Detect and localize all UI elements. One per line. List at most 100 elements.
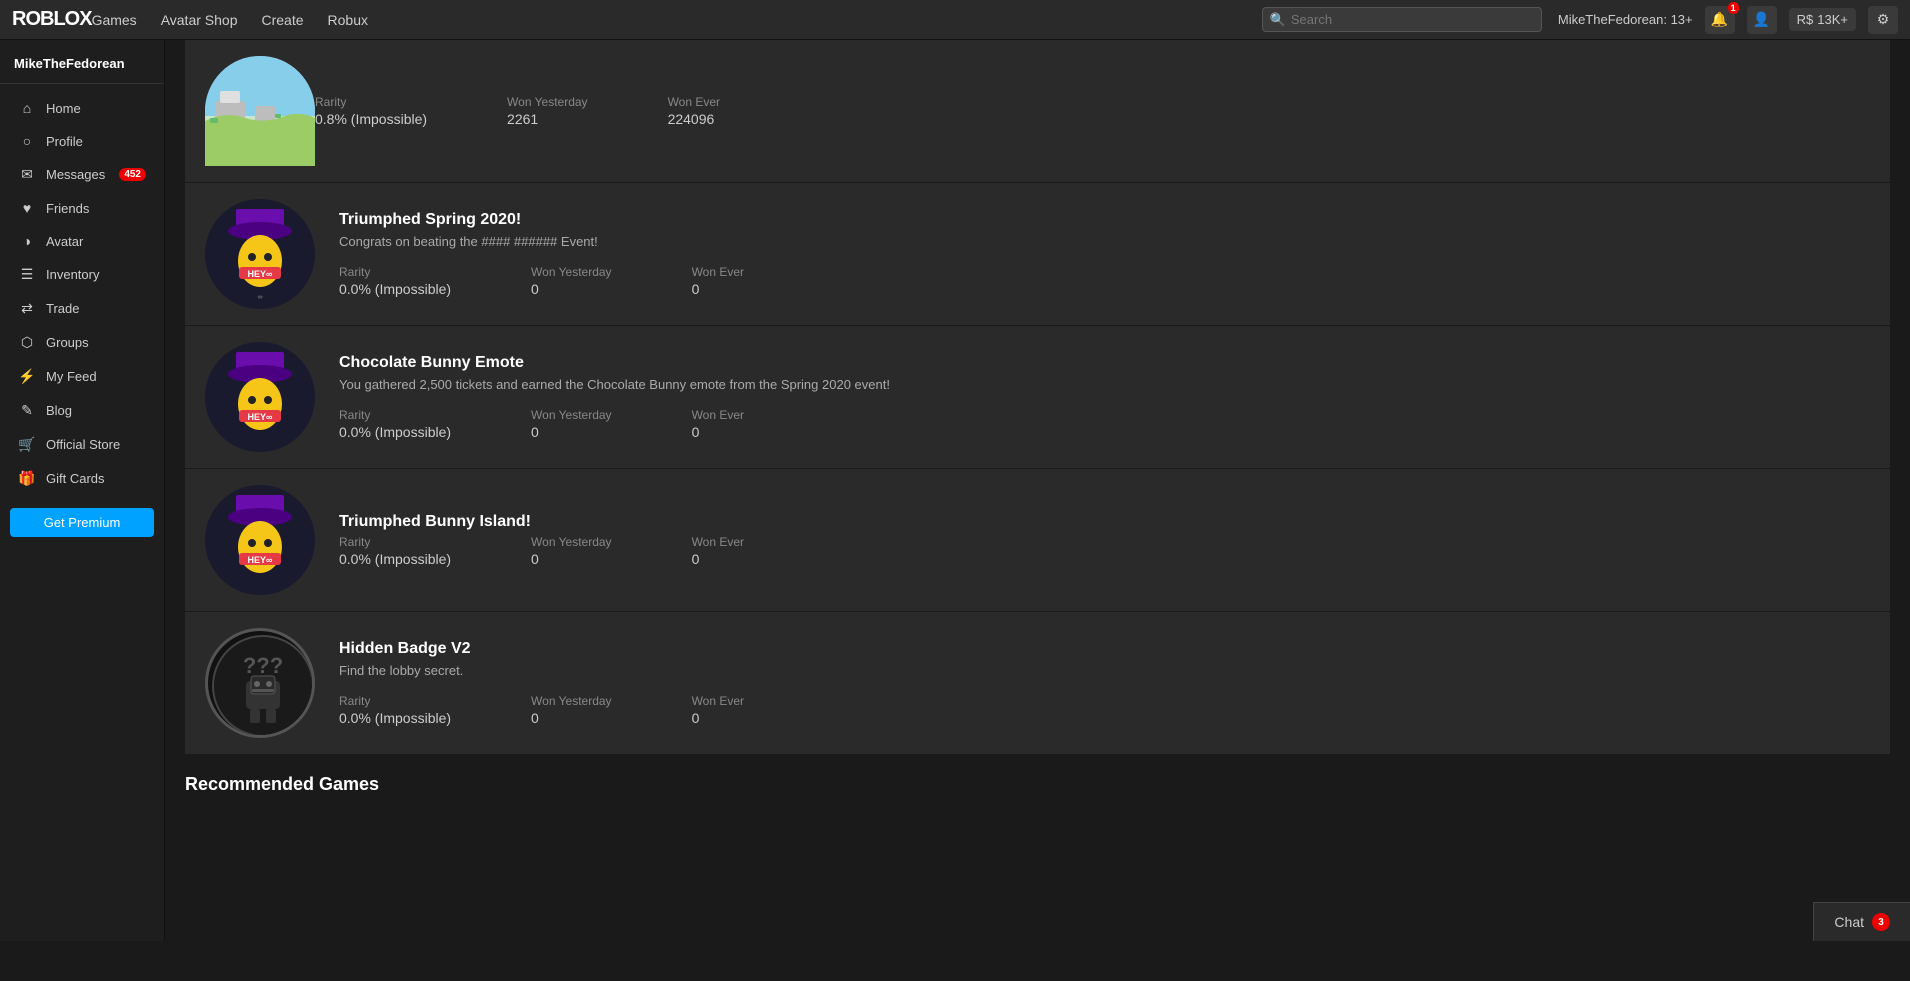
- badge-title: Triumphed Spring 2020!: [339, 211, 1870, 229]
- notification-badge: 1: [1728, 2, 1739, 14]
- badge-stat-rarity: Rarity 0.0% (Impossible): [339, 694, 451, 726]
- badge-info: Chocolate Bunny Emote You gathered 2,500…: [339, 354, 1870, 440]
- messages-badge: 452: [119, 168, 146, 181]
- badge-info: Hidden Badge V2 Find the lobby secret. R…: [339, 640, 1870, 726]
- badge-stat-won-yesterday: Won Yesterday 0: [531, 535, 612, 567]
- won-yesterday-value: 0: [531, 424, 539, 440]
- sidebar-item-avatar[interactable]: ◑ Avatar: [4, 225, 160, 257]
- robux-amount: 13K+: [1817, 12, 1848, 27]
- topnav-username: MikeTheFedorean: 13+: [1558, 12, 1693, 27]
- badge-stat-won-yesterday: Won Yesterday 0: [531, 265, 612, 297]
- badge-stat-won-yesterday: Won Yesterday 0: [531, 408, 612, 440]
- sidebar-item-label-blog: Blog: [46, 403, 72, 418]
- myfeed-icon: ⚡: [18, 368, 36, 385]
- topnav-create[interactable]: Create: [261, 12, 303, 28]
- sidebar-item-officialstore[interactable]: 🛒 Official Store: [4, 428, 160, 461]
- search-wrapper: 🔍: [1262, 7, 1542, 32]
- badge-stats: Rarity 0.0% (Impossible) Won Yesterday 0…: [339, 408, 1870, 440]
- won-ever-label: Won Ever: [692, 694, 744, 708]
- sidebar-item-profile[interactable]: ○ Profile: [4, 125, 160, 157]
- blog-icon: ✎: [18, 402, 36, 419]
- inventory-icon: ☰: [18, 266, 36, 283]
- badge-info: Rarity 0.8% (Impossible) Won Yesterday 2…: [315, 95, 1870, 127]
- rarity-label: Rarity: [339, 265, 370, 279]
- badge-stat-won-yesterday: Won Yesterday 2261: [507, 95, 588, 127]
- settings-icon-button[interactable]: 👤: [1747, 6, 1777, 34]
- won-yesterday-label: Won Yesterday: [531, 535, 612, 549]
- sidebar-item-friends[interactable]: ♥ Friends: [4, 192, 160, 224]
- rarity-label: Rarity: [339, 408, 370, 422]
- recommended-games-title: Recommended Games: [165, 754, 1890, 807]
- search-input[interactable]: [1262, 7, 1542, 32]
- badge-image-hey2: HEY∞: [205, 342, 315, 452]
- rarity-value: 0.0% (Impossible): [339, 551, 451, 567]
- people-icon: 👤: [1753, 11, 1770, 28]
- rarity-label: Rarity: [315, 95, 346, 109]
- won-yesterday-value: 0: [531, 551, 539, 567]
- sidebar-item-trade[interactable]: ⇄ Trade: [4, 292, 160, 325]
- badge-stats: Rarity 0.0% (Impossible) Won Yesterday 0…: [339, 694, 1870, 726]
- badge-stat-won-ever: Won Ever 0: [692, 694, 744, 726]
- badge-stat-won-ever: Won Ever 0: [692, 535, 744, 567]
- sidebar-item-label-inventory: Inventory: [46, 267, 99, 282]
- badge-stat-rarity: Rarity 0.0% (Impossible): [339, 408, 451, 440]
- badge-image-map: [205, 56, 315, 166]
- badge-image-hey3: HEY∞: [205, 485, 315, 595]
- sidebar-item-label-avatar: Avatar: [46, 234, 83, 249]
- trade-icon: ⇄: [18, 300, 36, 317]
- profile-icon: ○: [18, 133, 36, 149]
- home-icon: ⌂: [18, 100, 36, 116]
- roblox-logo[interactable]: ROBLOX: [12, 8, 92, 31]
- sidebar-item-groups[interactable]: ⬡ Groups: [4, 326, 160, 359]
- sidebar-item-messages[interactable]: ✉ Messages 452: [4, 158, 160, 191]
- avatar-icon: ◑: [18, 233, 36, 249]
- badge-info: Triumphed Spring 2020! Congrats on beati…: [339, 211, 1870, 297]
- svg-text:HEY∞: HEY∞: [248, 412, 274, 422]
- friends-icon: ♥: [18, 200, 36, 216]
- get-premium-button[interactable]: Get Premium: [10, 508, 154, 537]
- won-yesterday-label: Won Yesterday: [531, 694, 612, 708]
- badge-row: HEY∞ ∞ Triumphed Spring 2020! Congrats o…: [185, 183, 1890, 326]
- sidebar-item-label-groups: Groups: [46, 335, 89, 350]
- sidebar-username: MikeTheFedorean: [0, 52, 164, 84]
- rarity-value: 0.8% (Impossible): [315, 111, 427, 127]
- sidebar-item-inventory[interactable]: ☰ Inventory: [4, 258, 160, 291]
- chat-notification-badge: 3: [1872, 913, 1890, 931]
- topnav-avatar-shop[interactable]: Avatar Shop: [161, 12, 238, 28]
- sidebar-item-giftcards[interactable]: 🎁 Gift Cards: [4, 462, 160, 495]
- gear-button[interactable]: ⚙: [1868, 6, 1898, 34]
- robux-button[interactable]: R$ 13K+: [1789, 8, 1856, 31]
- sidebar-item-label-home: Home: [46, 101, 81, 116]
- rarity-value: 0.0% (Impossible): [339, 710, 451, 726]
- badge-info: Triumphed Bunny Island! Rarity 0.0% (Imp…: [339, 513, 1870, 567]
- rarity-label: Rarity: [339, 535, 370, 549]
- badge-stats: Rarity 0.0% (Impossible) Won Yesterday 0…: [339, 265, 1870, 297]
- sidebar-item-label-messages: Messages: [46, 167, 105, 182]
- badge-row: HEY∞ Triumphed Bunny Island! Rarity 0.0%…: [185, 469, 1890, 612]
- groups-icon: ⬡: [18, 334, 36, 351]
- sidebar-item-myfeed[interactable]: ⚡ My Feed: [4, 360, 160, 393]
- won-ever-label: Won Ever: [668, 95, 720, 109]
- topnav-robux[interactable]: Robux: [328, 12, 368, 28]
- messages-icon: ✉: [18, 166, 36, 183]
- badge-desc: You gathered 2,500 tickets and earned th…: [339, 376, 1039, 394]
- topnav-links: Games Avatar Shop Create Robux: [92, 12, 1262, 28]
- badge-desc: Find the lobby secret.: [339, 662, 1039, 680]
- svg-text:HEY∞: HEY∞: [248, 269, 274, 279]
- won-ever-label: Won Ever: [692, 265, 744, 279]
- main-content: Rarity 0.8% (Impossible) Won Yesterday 2…: [165, 40, 1910, 940]
- notifications-button[interactable]: 🔔 1: [1705, 6, 1735, 34]
- badge-row: HEY∞ Chocolate Bunny Emote You gathered …: [185, 326, 1890, 469]
- won-ever-value: 0: [692, 551, 700, 567]
- won-yesterday-label: Won Yesterday: [507, 95, 588, 109]
- won-yesterday-label: Won Yesterday: [531, 265, 612, 279]
- sidebar-item-home[interactable]: ⌂ Home: [4, 92, 160, 124]
- badge-title: Chocolate Bunny Emote: [339, 354, 1870, 372]
- won-yesterday-value: 2261: [507, 111, 538, 127]
- bell-icon: 🔔: [1711, 11, 1728, 28]
- sidebar-item-blog[interactable]: ✎ Blog: [4, 394, 160, 427]
- chat-button[interactable]: Chat 3: [1813, 902, 1910, 941]
- won-ever-value: 0: [692, 710, 700, 726]
- won-yesterday-label: Won Yesterday: [531, 408, 612, 422]
- topnav-games[interactable]: Games: [92, 12, 137, 28]
